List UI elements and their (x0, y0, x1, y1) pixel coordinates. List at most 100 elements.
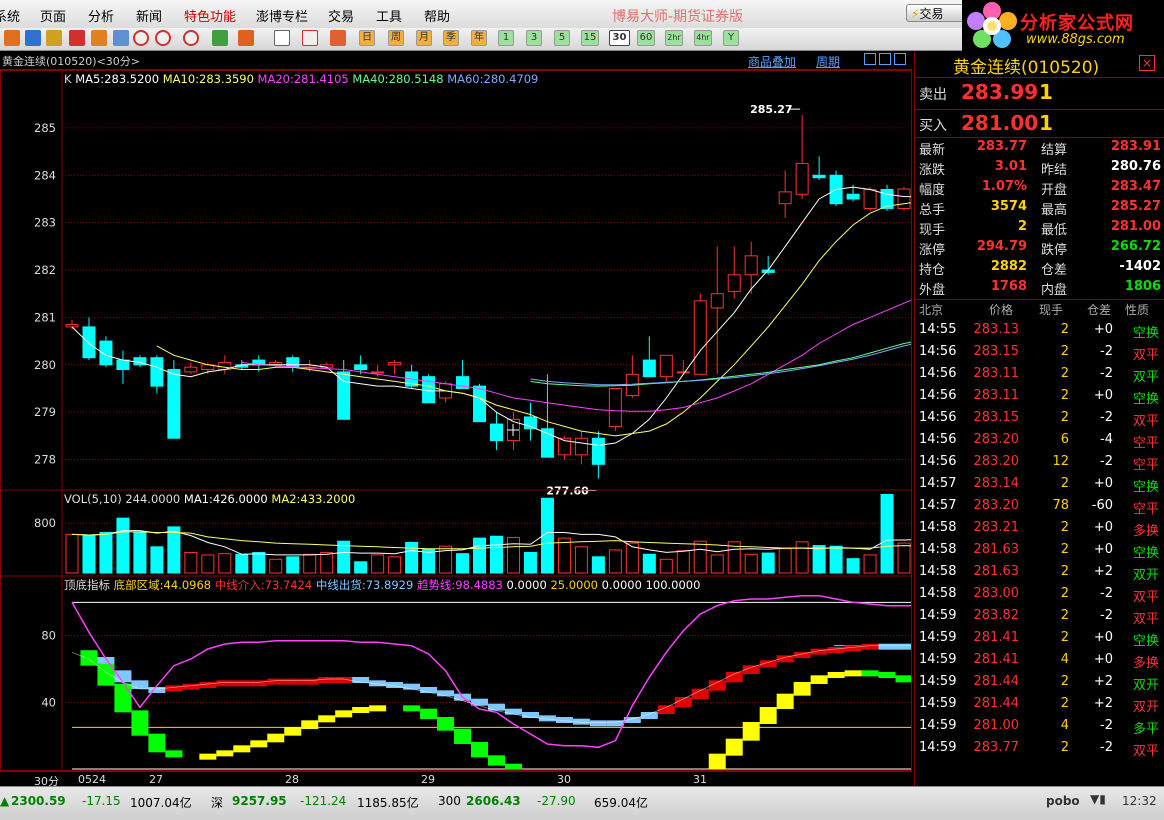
tick-row: 14:59 283.77 2 -2 双平 (915, 740, 1164, 760)
indicator-lower-ladder (471, 742, 489, 758)
period-5min[interactable]: 5 (554, 30, 570, 46)
tick-price: 281.41 (973, 630, 1020, 645)
period-60min[interactable]: 60 (637, 30, 655, 46)
line-chart-icon[interactable] (302, 30, 318, 46)
period-link[interactable]: 周期 (816, 53, 840, 70)
indicator-lower-ladder (454, 728, 472, 744)
indicator-upper-ladder (488, 703, 505, 711)
chart-icon[interactable] (46, 30, 62, 46)
tick-time: 14:56 (919, 344, 957, 359)
menu-tools[interactable]: 工具 (376, 6, 402, 25)
stat-label: 结算 (1041, 143, 1068, 158)
tick-nature: 多平 (1132, 722, 1159, 737)
period-15min[interactable]: 15 (581, 30, 599, 46)
indicator-lower-ladder (352, 707, 370, 713)
period-year[interactable]: 年 (471, 30, 487, 46)
candle-body (795, 162, 809, 195)
legend-item: MA2:433.2000 (271, 492, 355, 506)
period-4hr[interactable]: 4hr (694, 30, 712, 46)
tick-diff: +2 (1093, 674, 1113, 689)
draw-icon[interactable] (212, 30, 228, 46)
date-label: 27 (149, 773, 163, 786)
period-day[interactable]: 日 (359, 30, 375, 46)
zoom-out-icon[interactable] (155, 30, 171, 46)
list-icon[interactable] (25, 30, 41, 46)
indicator-upper-ladder (284, 678, 302, 685)
stat-label: 涨跌 (919, 163, 946, 178)
volume-bar (506, 536, 520, 574)
legend-item: 底部区域:44.0968 (114, 578, 215, 592)
volume-panel: 800 (34, 493, 912, 574)
table-icon[interactable] (274, 30, 290, 46)
tick-diff: -4 (1100, 432, 1113, 447)
index-sz-change: -121.24 (300, 794, 347, 808)
tick-price: 281.44 (973, 696, 1020, 711)
tick-price: 283.00 (973, 586, 1020, 601)
menu-trade[interactable]: 交易 (328, 6, 354, 25)
period-week[interactable]: 周 (388, 30, 404, 46)
expand-icon[interactable] (879, 53, 891, 65)
kline-chart[interactable]: 278 279 280 281 282 283 284 285 800 40 80 K MA5:… (0, 70, 912, 771)
tick-nature: 空换 (1132, 480, 1159, 495)
maximize-icon[interactable] (894, 53, 906, 65)
menu-news[interactable]: 新闻 (136, 6, 162, 25)
indicator-trend-line (71, 594, 912, 749)
tick-icon[interactable] (330, 30, 346, 46)
search-icon[interactable] (183, 30, 199, 46)
tick-qty: 6 (1060, 432, 1069, 447)
index-sz-label: 深 (211, 796, 224, 810)
period-quarter[interactable]: 季 (443, 30, 459, 46)
legend-item: MA10:283.3590 (163, 72, 258, 86)
f10-icon[interactable] (69, 30, 85, 46)
tick-diff: +0 (1093, 652, 1113, 667)
price-tick-label: 283 (34, 216, 56, 230)
tick-qty: 2 (1060, 520, 1069, 535)
candle-body (167, 369, 181, 439)
volume-bar (82, 535, 96, 574)
home-icon[interactable] (4, 30, 20, 46)
tick-price: 283.11 (973, 388, 1020, 403)
ma-legend: K MA5:283.5200 MA10:283.3590 MA20:281.41… (64, 72, 538, 86)
volume-bar (269, 558, 283, 574)
period-3min[interactable]: 3 (526, 30, 542, 46)
grid-icon[interactable] (113, 30, 129, 46)
legend-item: 中线介入:73.7424 (215, 578, 316, 592)
indicator-lower-ladder (437, 717, 455, 731)
menu-system[interactable]: 系统 (0, 6, 20, 25)
period-2hr[interactable]: 2hr (665, 30, 683, 46)
menu-analysis[interactable]: 分析 (88, 6, 114, 25)
tick-row: 14:58 283.00 2 -2 双平 (915, 586, 1164, 606)
tick-header-cell: 性质 (1125, 303, 1150, 317)
quote-stat-row: 总手 3574 最高 285.27 (915, 199, 1164, 219)
period-month[interactable]: 月 (416, 30, 432, 46)
tick-price: 281.63 (973, 564, 1020, 579)
volume-bar (642, 553, 656, 574)
indicator-lower-ladder (284, 727, 302, 736)
ma-line-ma40 (530, 341, 912, 387)
trade-button[interactable]: ⚡交易 (906, 4, 964, 22)
period-custom[interactable]: Y (723, 30, 739, 46)
candle-body (863, 189, 877, 209)
tick-nature: 双平 (1132, 744, 1159, 759)
tick-diff: -2 (1100, 344, 1113, 359)
arrange-icon[interactable] (864, 53, 876, 65)
volume-bar (388, 556, 402, 574)
period-1min[interactable]: 1 (498, 30, 514, 46)
candle-body (82, 326, 96, 359)
tick-row: 14:59 281.00 4 -2 多平 (915, 718, 1164, 738)
menu-column[interactable]: 澎博专栏 (256, 6, 308, 25)
period-30min[interactable]: 30 (609, 30, 630, 46)
pen-icon[interactable] (238, 30, 254, 46)
tick-qty: 2 (1060, 608, 1069, 623)
menu-features[interactable]: 特色功能 (184, 6, 236, 25)
indicator-upper-ladder (199, 682, 217, 688)
stat-label: 现手 (919, 223, 946, 238)
calc-icon[interactable] (91, 30, 107, 46)
tick-header-cell: 北京 (919, 303, 944, 317)
menu-help[interactable]: 帮助 (424, 6, 450, 25)
legend-item: 趋势线:98.4883 (417, 578, 507, 592)
close-icon[interactable]: × (1139, 55, 1155, 71)
menu-page[interactable]: 页面 (40, 6, 66, 25)
zoom-in-icon[interactable] (133, 30, 149, 46)
overlay-link[interactable]: 商品叠加 (748, 53, 796, 70)
